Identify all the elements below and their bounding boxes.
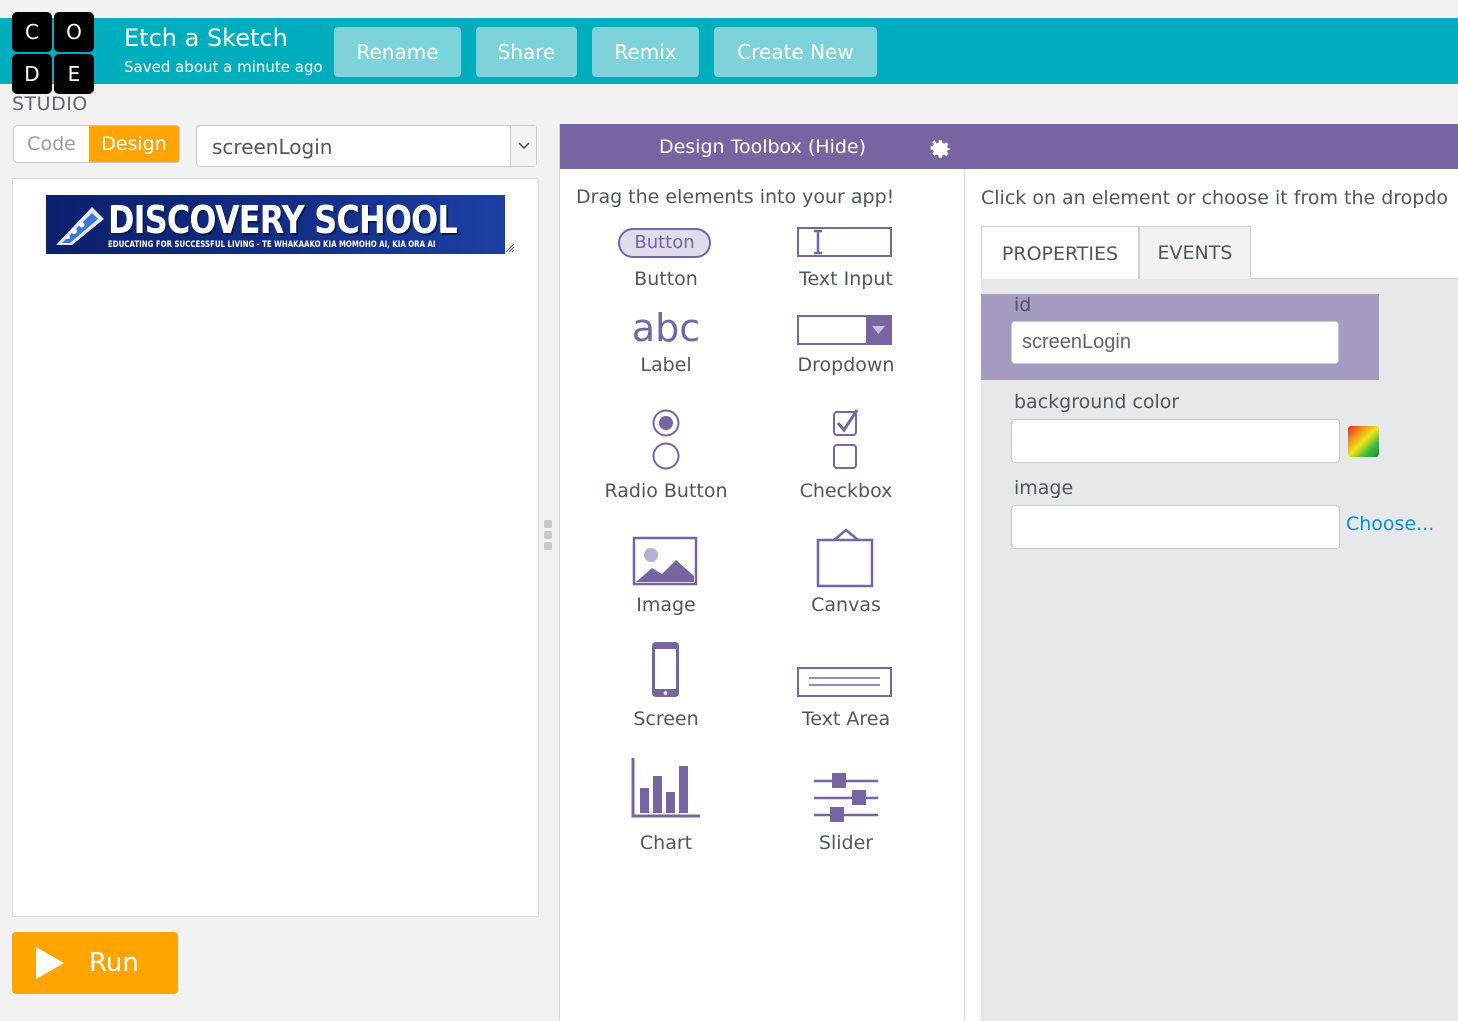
text-input-icon xyxy=(797,227,892,257)
checkbox-icon xyxy=(833,409,859,469)
toolbox-item-canvas[interactable]: Canvas xyxy=(756,528,936,624)
rename-button[interactable]: Rename xyxy=(334,27,461,77)
id-property-row: id xyxy=(981,294,1379,380)
panel-resize-handle[interactable] xyxy=(544,520,554,552)
design-toolbox: Design Toolbox (Hide) Drag the elements … xyxy=(559,124,965,1021)
toolbox-item-text-area[interactable]: Text Area xyxy=(756,638,936,734)
toolbox-hint: Drag the elements into your app! xyxy=(576,186,895,208)
label-icon: abc xyxy=(631,306,701,350)
toolbox-item-label-element[interactable]: abc Label xyxy=(576,306,756,384)
properties-panel: Click on an element or choose it from th… xyxy=(965,169,1458,1021)
toolbox-item-label: Radio Button xyxy=(604,480,728,502)
create-new-button[interactable]: Create New xyxy=(714,27,877,77)
id-label: id xyxy=(1014,294,1032,316)
toolbox-item-label: Button xyxy=(634,268,698,290)
toolbox-item-button[interactable]: Button Button xyxy=(576,226,756,296)
toolbox-item-label: Text Area xyxy=(801,708,891,730)
dropdown-icon xyxy=(797,315,892,345)
properties-hint: Click on an element or choose it from th… xyxy=(981,187,1449,209)
tab-properties[interactable]: PROPERTIES xyxy=(981,226,1139,280)
toolbox-item-label: Chart xyxy=(639,832,693,854)
toolbox-item-label: Text Input xyxy=(799,268,893,290)
image-input[interactable] xyxy=(1011,505,1340,549)
app-preview[interactable]: DISCOVERY SCHOOL EDUCATING FOR SUCCESSFU… xyxy=(12,178,539,917)
canvas-icon xyxy=(816,528,874,588)
toolbox-item-slider[interactable]: Slider xyxy=(756,756,936,856)
id-input[interactable] xyxy=(1011,321,1339,364)
text-area-icon xyxy=(797,667,892,697)
toolbox-item-label: Checkbox xyxy=(799,480,893,502)
radio-button-icon xyxy=(652,409,680,470)
toolbox-item-screen[interactable]: Screen xyxy=(576,638,756,734)
gear-icon[interactable] xyxy=(927,135,951,159)
code-mode-button[interactable]: Code xyxy=(14,126,89,162)
color-picker-icon[interactable] xyxy=(1348,426,1379,457)
toolbox-item-label: Dropdown xyxy=(797,354,895,376)
button-icon: Button xyxy=(618,228,711,258)
code-studio-logo[interactable]: C O D E STUDIO xyxy=(10,10,96,116)
chart-icon xyxy=(631,758,700,818)
screen-dropdown[interactable]: screenLogin xyxy=(196,125,537,167)
toolbox-item-dropdown[interactable]: Dropdown xyxy=(756,308,936,384)
toolbox-header[interactable]: Design Toolbox (Hide) xyxy=(560,124,965,169)
toolbox-item-label: Slider xyxy=(818,832,874,854)
logo-letter-c: C xyxy=(12,12,52,52)
save-status: Saved about a minute ago xyxy=(124,58,323,76)
toolbox-item-label: Screen xyxy=(633,708,699,730)
chevron-down-icon[interactable] xyxy=(510,126,536,166)
properties-header-bar xyxy=(965,124,1458,169)
tab-events[interactable]: EVENTS xyxy=(1139,226,1251,279)
toolbox-item-label: Image xyxy=(636,594,696,616)
image-label: image xyxy=(1014,477,1074,499)
school-emblem-icon xyxy=(56,207,104,245)
logo-letter-o: O xyxy=(54,12,94,52)
properties-tabs: PROPERTIES EVENTS xyxy=(981,226,1458,280)
banner-subtitle: EDUCATING FOR SUCCESSFUL LIVING - TE WHA… xyxy=(108,240,436,250)
background-color-label: background color xyxy=(1014,391,1180,413)
background-color-input[interactable] xyxy=(1011,419,1340,463)
logo-letter-d: D xyxy=(12,54,52,94)
resize-handle-icon[interactable] xyxy=(503,241,515,253)
image-icon xyxy=(632,536,698,586)
play-icon xyxy=(36,947,64,979)
toolbox-item-text-input[interactable]: Text Input xyxy=(756,226,936,296)
toolbox-title[interactable]: Design Toolbox (Hide) xyxy=(659,136,866,158)
toolbox-item-label: Label xyxy=(640,354,692,376)
project-title: Etch a Sketch xyxy=(124,24,288,52)
toolbox-item-chart[interactable]: Chart xyxy=(576,756,756,856)
screen-dropdown-value: screenLogin xyxy=(212,135,333,159)
screen-icon xyxy=(652,642,679,697)
toolbox-item-radio-button[interactable]: Radio Button xyxy=(576,408,756,508)
toolbox-item-label: Canvas xyxy=(811,594,881,616)
logo-letter-e: E xyxy=(54,54,94,94)
run-button-label: Run xyxy=(89,948,139,978)
mode-toggle: Code Design xyxy=(13,125,180,163)
choose-image-link[interactable]: Choose... xyxy=(1346,513,1434,535)
remix-button[interactable]: Remix xyxy=(592,27,699,77)
properties-body: id background color image Choose... xyxy=(981,279,1458,1021)
logo-studio-text: STUDIO xyxy=(12,93,88,115)
toolbox-item-checkbox[interactable]: Checkbox xyxy=(756,408,936,508)
slider-icon xyxy=(814,773,878,822)
banner-title: DISCOVERY SCHOOL xyxy=(108,198,458,242)
run-button[interactable]: Run xyxy=(12,932,178,994)
design-mode-button[interactable]: Design xyxy=(89,126,179,162)
banner-image[interactable]: DISCOVERY SCHOOL EDUCATING FOR SUCCESSFU… xyxy=(46,195,505,254)
toolbox-item-image[interactable]: Image xyxy=(576,528,756,624)
share-button[interactable]: Share xyxy=(476,27,577,77)
